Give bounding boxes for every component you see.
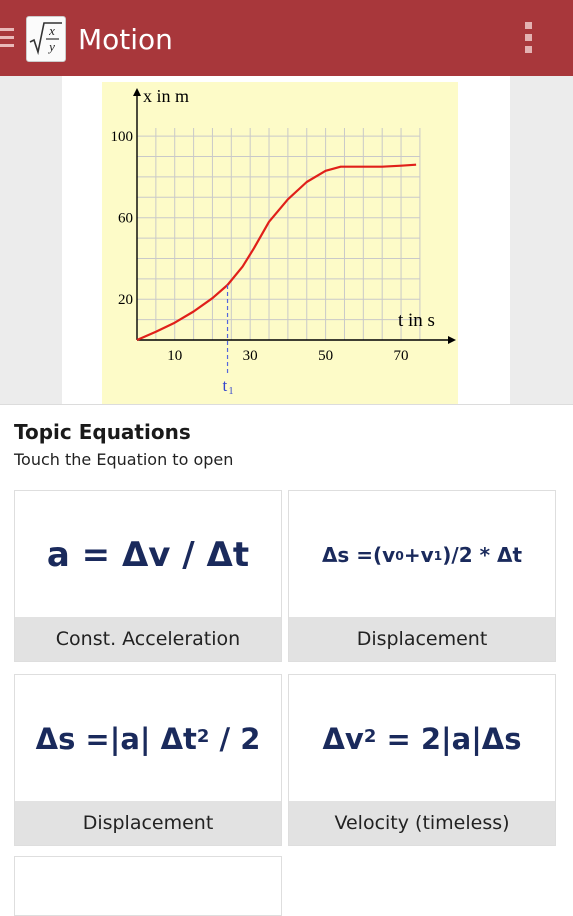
app-bar: x y Motion [0, 0, 573, 76]
formula-text: = 2|a|Δs [376, 722, 522, 756]
formula-subscript: 1 [433, 547, 443, 563]
figure-band: x in m t in s 10 30 50 70 20 60 100 t1 [0, 76, 573, 404]
equation-card-partial[interactable] [14, 856, 282, 916]
formula-text: Δs =(v [321, 543, 396, 567]
y-tick-label: 20 [118, 292, 133, 308]
equation-label: Displacement [15, 801, 281, 845]
y-tick-label: 100 [111, 129, 134, 145]
formula-text: +v [403, 543, 434, 567]
equation-label: Const. Acceleration [15, 617, 281, 661]
equation-label: Displacement [289, 617, 555, 661]
equation-label: Velocity (timeless) [289, 801, 555, 845]
logo-y: y [47, 39, 55, 54]
figure-card: x in m t in s 10 30 50 70 20 60 100 t1 [62, 76, 510, 404]
equation-card-displacement-avg[interactable]: Δs =(v 0 +v 1)/2 * Δt Displacement [288, 490, 556, 662]
equation-formula: Δv 2 = 2|a|Δs [289, 675, 555, 803]
x-tick-label: 50 [318, 348, 333, 364]
x-tick-label: 30 [243, 348, 258, 364]
t1-label: t [223, 376, 228, 395]
formula-superscript: 2 [363, 725, 377, 747]
formula-text: Δs =|a| Δt [35, 722, 197, 756]
app-title: Motion [78, 23, 173, 56]
app-logo-icon[interactable]: x y [26, 16, 66, 62]
formula-text: Δv [322, 722, 364, 756]
equation-formula: Δs =(v 0 +v 1)/2 * Δt [289, 491, 555, 619]
motion-graph: x in m t in s 10 30 50 70 20 60 100 t1 [102, 82, 458, 404]
more-options-icon[interactable] [521, 22, 535, 56]
section-subtitle: Touch the Equation to open [14, 450, 234, 469]
equation-card-velocity-timeless[interactable]: Δv 2 = 2|a|Δs Velocity (timeless) [288, 674, 556, 846]
equation-formula: Δs =|a| Δt 2 / 2 [15, 675, 281, 803]
formula-text: / 2 [209, 722, 261, 756]
t1-subscript: 1 [229, 386, 234, 397]
equation-card-displacement-accel[interactable]: Δs =|a| Δt 2 / 2 Displacement [14, 674, 282, 846]
menu-icon[interactable] [0, 28, 14, 50]
y-tick-label: 60 [118, 211, 133, 227]
x-tick-label: 10 [167, 348, 182, 364]
y-axis-label: x in m [143, 86, 189, 106]
equation-formula: a = Δv / Δt [15, 491, 281, 619]
equation-card-const-acceleration[interactable]: a = Δv / Δt Const. Acceleration [14, 490, 282, 662]
divider [0, 404, 573, 405]
formula-text: )/2 * Δt [442, 543, 523, 567]
formula-text: a = Δv / Δt [46, 535, 250, 575]
formula-subscript: 0 [395, 547, 404, 563]
x-axis-label: t in s [398, 310, 435, 331]
formula-superscript: 2 [196, 725, 210, 747]
logo-x: x [48, 23, 55, 38]
x-tick-label: 70 [394, 348, 409, 364]
section-title: Topic Equations [14, 420, 191, 444]
